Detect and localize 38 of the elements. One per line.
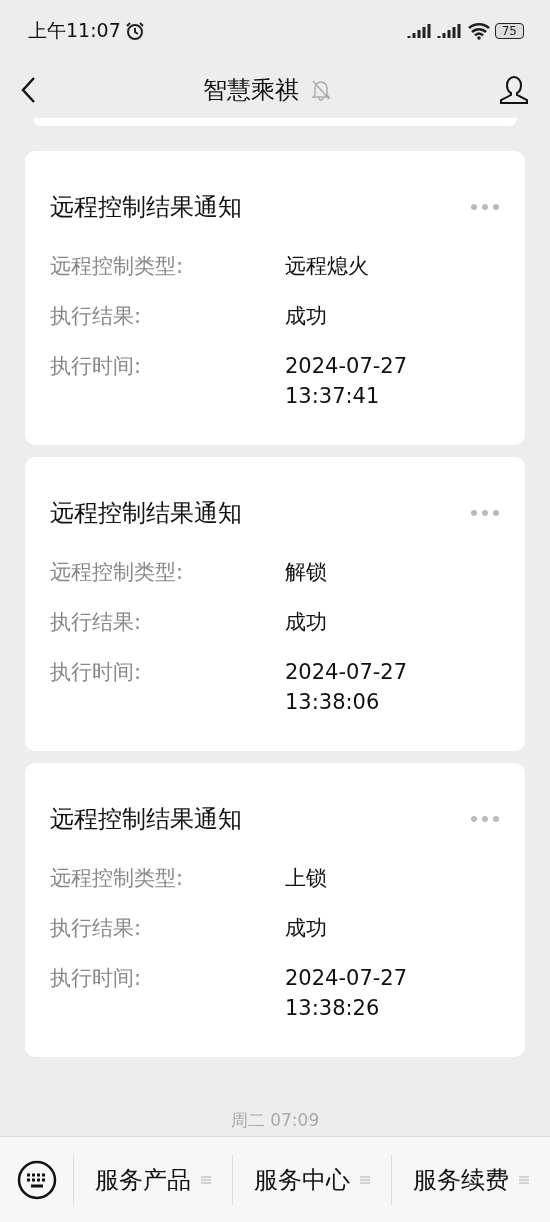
- card-title: 远程控制结果通知: [50, 498, 242, 529]
- field-label: 执行时间:: [50, 659, 143, 686]
- back-icon[interactable]: [20, 76, 36, 104]
- signal-icon: [406, 22, 433, 40]
- message-timestamp: 周二 07:09: [230, 1109, 320, 1132]
- profile-icon[interactable]: [498, 75, 530, 105]
- alarm-icon: [124, 21, 145, 41]
- field-label: 远程控制类型:: [50, 865, 185, 892]
- card-title: 远程控制结果通知: [50, 804, 242, 835]
- field-label: 执行结果:: [50, 609, 143, 636]
- field-value: 2024-07-27 13:38:26: [285, 965, 409, 1022]
- list-icon: [519, 1174, 529, 1185]
- field-label: 执行结果:: [50, 303, 143, 330]
- field-value: 2024-07-27 13:38:06: [285, 659, 409, 716]
- field-label: 执行时间:: [50, 353, 143, 380]
- field-value: 成功: [285, 609, 328, 636]
- list-icon: [360, 1174, 370, 1185]
- field-value: 远程熄火: [285, 253, 370, 280]
- field-value: 上锁: [285, 865, 328, 892]
- menu-button[interactable]: 服务续费: [392, 1163, 550, 1196]
- menu-button[interactable]: 服务中心: [233, 1163, 391, 1196]
- chat-title: 智慧乘祺: [203, 75, 299, 106]
- menu-button[interactable]: 服务产品: [74, 1163, 232, 1196]
- list-icon: [201, 1174, 211, 1185]
- battery-indicator: 75: [494, 23, 524, 39]
- field-label: 执行时间:: [50, 965, 143, 992]
- field-value: 2024-07-27 13:37:41: [285, 353, 409, 410]
- field-label: 远程控制类型:: [50, 253, 185, 280]
- card-title: 远程控制结果通知: [50, 192, 242, 223]
- signal-icon: [436, 22, 463, 40]
- keyboard-icon[interactable]: [16, 1159, 57, 1200]
- field-value: 成功: [285, 303, 328, 330]
- field-value: 成功: [285, 915, 328, 942]
- wifi-icon: [466, 22, 491, 40]
- field-label: 远程控制类型:: [50, 559, 185, 586]
- field-value: 解锁: [285, 559, 328, 586]
- status-time: 上午11:07: [28, 18, 121, 43]
- field-label: 执行结果:: [50, 915, 143, 942]
